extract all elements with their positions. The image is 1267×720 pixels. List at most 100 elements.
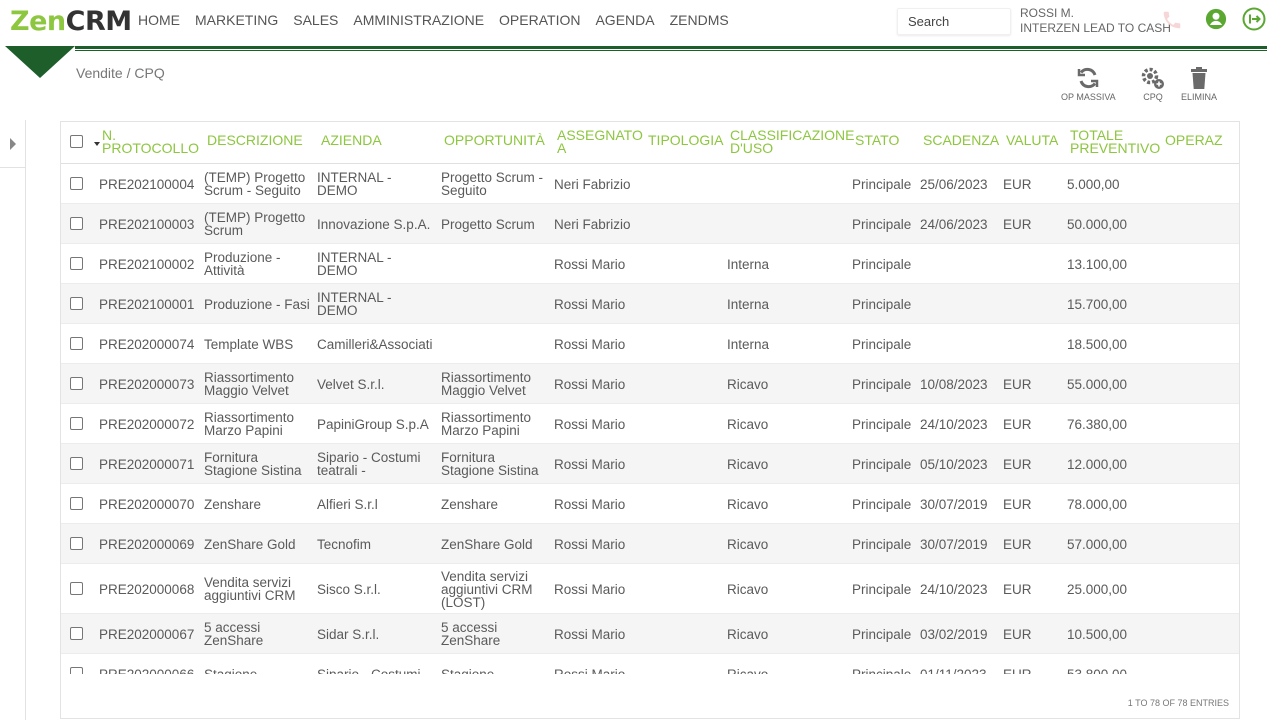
logout-icon[interactable] [1242,7,1266,31]
row-checkbox[interactable] [70,497,83,510]
table-row[interactable]: PRE202000072 Riassortimento Marzo Papini P… [61,404,1239,444]
table-row[interactable]: PRE202000070 Zenshare Alfieri S.r.l Zenshar… [61,484,1239,524]
row-checkbox[interactable] [70,627,83,640]
table-row[interactable]: PRE202000073 Riassortimento Maggio Velvet… [61,364,1239,404]
side-panel [0,120,26,720]
table-header: N. PROTOCOLLO DESCRIZIONE AZIENDA OPPORT… [61,122,1239,164]
user-avatar-icon[interactable] [1205,8,1227,30]
col-ops[interactable]: OPERAZ [1165,133,1223,147]
table-row[interactable]: PRE202100003 (TEMP) Progetto Scrum Innovaz… [61,204,1239,244]
entries-count: 1 TO 78 OF 78 ENTRIES [1127,698,1229,708]
nav-sales[interactable]: SALES [293,12,338,28]
col-due[interactable]: SCADENZA [923,133,999,147]
cell-total: 15.700,00 [1067,296,1128,312]
cell-opportunity: Progetto Scrum - Seguito [441,170,544,198]
nav-home[interactable]: HOME [138,12,180,28]
table-row[interactable]: PRE202000071 Fornitura Stagione Sistina Si… [61,444,1239,484]
phone-icon[interactable] [1161,9,1183,31]
cell-classification: Ricavo [727,376,769,392]
row-checkbox[interactable] [70,377,83,390]
row-checkbox[interactable] [70,217,83,230]
cell-opportunity: 5 accessi ZenShare [441,620,501,648]
cell-assigned: Rossi Mario [554,536,626,552]
col-opportunity[interactable]: OPPORTUNITÀ [444,133,545,147]
cell-opportunity: Vendita servizi aggiuntivi CRM (LOST) [441,568,533,610]
menu-triangle[interactable] [5,46,75,78]
cell-due: 25/06/2023 [920,176,988,192]
row-checkbox[interactable] [70,417,83,430]
col-type[interactable]: TIPOLOGIA [648,133,723,147]
cell-status: Principale [852,176,912,192]
cell-due: 01/11/2023 [920,666,987,674]
search-input[interactable]: Search [897,8,1011,35]
table-row[interactable]: PRE202100002 Produzione - Attività INTERNA… [61,244,1239,284]
cell-currency: EUR [1003,581,1032,597]
cell-opportunity: Zenshare [441,496,499,512]
cell-protocol: PRE202000072 [99,416,195,432]
cell-status: Principale [852,256,912,272]
row-checkbox[interactable] [70,582,83,595]
col-currency[interactable]: VALUTA [1006,133,1058,147]
table-row[interactable]: PRE202000067 5 accessi ZenShare Sidar S.r.… [61,614,1239,654]
col-assigned[interactable]: ASSEGNATO A [557,128,643,155]
row-checkbox[interactable] [70,257,83,270]
nav-agenda[interactable]: AGENDA [595,12,654,28]
cell-opportunity: Riassortimento Marzo Papini [441,410,532,438]
breadcrumb[interactable]: Vendite / CPQ [76,65,165,81]
nav-operation[interactable]: OPERATION [499,12,580,28]
quotes-table: N. PROTOCOLLO DESCRIZIONE AZIENDA OPPORT… [60,121,1240,719]
row-checkbox[interactable] [70,297,83,310]
nav-marketing[interactable]: MARKETING [195,12,278,28]
cell-currency: EUR [1003,176,1032,192]
cell-due: 03/02/2019 [920,626,988,642]
cell-protocol: PRE202000074 [99,336,195,352]
row-checkbox[interactable] [70,537,83,550]
col-description[interactable]: DESCRIZIONE [207,133,303,147]
col-classification[interactable]: CLASSIFICAZIONE D'USO [730,128,854,155]
row-checkbox[interactable] [70,457,83,470]
cell-status: Principale [852,376,912,392]
col-company[interactable]: AZIENDA [321,133,382,147]
table-row[interactable]: PRE202000069 ZenShare Gold Tecnofim ZenShar… [61,524,1239,564]
cell-assigned: Rossi Mario [554,581,626,597]
header-rule [75,46,1267,49]
cell-description: Produzione - Attività [204,250,281,278]
row-checkbox[interactable] [70,337,83,350]
delete-button[interactable]: ELIMINA [1181,66,1217,102]
col-status[interactable]: STATO [855,133,899,147]
cell-status: Principale [852,536,912,552]
cell-due: 30/07/2019 [920,536,988,552]
cell-assigned: Rossi Mario [554,296,626,312]
logo-zen: Zen [10,6,66,37]
col-protocol[interactable]: N. PROTOCOLLO [102,128,199,155]
cell-company: Alfieri S.r.l [317,496,378,512]
cell-classification: Ricavo [727,536,769,552]
cpq-button[interactable]: CPQ [1140,66,1166,102]
cell-description: Produzione - Fasi [204,296,310,312]
table-row[interactable]: PRE202000066 Stagione Sipario - Costumi Sta… [61,654,1239,674]
table-row[interactable]: PRE202000068 Vendita servizi aggiuntivi C… [61,564,1239,614]
op-massiva-button[interactable]: OP MASSIVA [1061,66,1116,102]
cell-description: Stagione [204,666,258,674]
table-row[interactable]: PRE202100001 Produzione - Fasi INTERNAL - … [61,284,1239,324]
logo[interactable]: ZenCRM [10,6,132,37]
user-info: ROSSI M. INTERZEN LEAD TO CASH [1020,6,1171,36]
col-total[interactable]: TOTALE PREVENTIVO [1070,128,1160,155]
refresh-icon [1078,67,1099,89]
cell-assigned: Rossi Mario [554,626,626,642]
table-row[interactable]: PRE202100004 (TEMP) Progetto Scrum - Segu… [61,164,1239,204]
user-org: INTERZEN LEAD TO CASH [1020,21,1171,35]
row-checkbox[interactable] [70,667,83,674]
nav-zendms[interactable]: ZENDMS [670,12,729,28]
sort-desc-icon[interactable] [94,142,100,146]
cell-status: Principale [852,496,912,512]
cell-description: Template WBS [204,336,294,352]
nav-amministrazione[interactable]: AMMINISTRAZIONE [353,12,484,28]
cell-description: Fornitura Stagione Sistina [204,450,302,478]
row-checkbox[interactable] [70,177,83,190]
cell-status: Principale [852,626,912,642]
side-panel-toggle[interactable] [0,122,26,168]
select-all-checkbox[interactable] [70,135,83,148]
cell-status: Principale [852,456,912,472]
table-row[interactable]: PRE202000074 Template WBS Camilleri&Associ… [61,324,1239,364]
